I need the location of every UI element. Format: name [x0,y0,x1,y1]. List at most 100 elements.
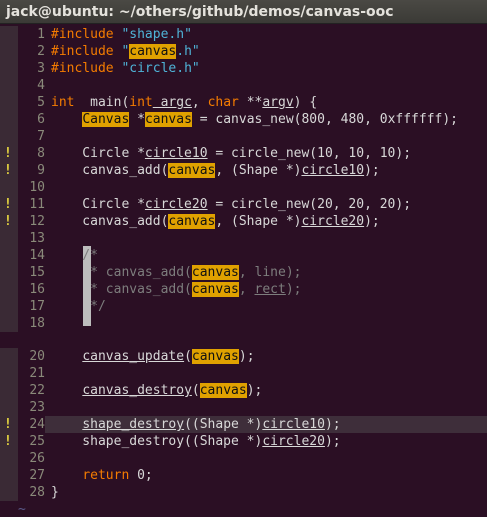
code-line[interactable]: ! 8 Circle *circle10 = circle_new(10, 10,… [0,145,487,162]
code-token: */ [51,299,106,314]
code-token: canvas_add( [51,214,169,229]
code-token: = circle_new(20, 20, 20); [207,197,412,212]
line-number: 23 [18,399,45,416]
code-token: shape_destroy [82,417,185,432]
code-line[interactable]: ! 25 shape_destroy((Shape *)circle20); [0,433,487,450]
code-text: #include "shape.h" [51,26,192,43]
code-token: canvas [82,349,130,364]
search-match: canvas [191,349,239,364]
code-token: canvas_add( [51,163,169,178]
search-match: canvas [168,163,216,178]
code-line[interactable]: 14 /* [0,247,487,264]
line-number: 22 [18,382,45,399]
end-of-buffer-marker: ~ [18,502,26,517]
code-line[interactable]: 2 #include "canvas.h" [0,43,487,60]
code-text: shape_destroy((Shape *)circle10); [51,416,340,433]
code-line[interactable]: 27 return 0; [0,467,487,484]
code-line[interactable]: 21 [0,365,487,382]
code-token: ); [246,383,263,398]
code-token: ); [364,163,380,178]
line-number: 6 [18,111,45,128]
code-text: Canvas *canvas = canvas_new(800, 480, 0x… [51,111,458,128]
sign-column [0,264,18,281]
code-token: circle10 [262,417,325,432]
code-token: = circle_new(10, 10, 10); [207,146,412,161]
line-number: 3 [18,60,45,77]
warning-sign-icon: ! [4,146,12,161]
code-line[interactable]: ! 9 canvas_add(canvas, (Shape *)circle10)… [0,162,487,179]
code-line[interactable]: 5 int main(int argc, char **argv) { [0,94,487,111]
code-token: /* [51,248,98,263]
code-token: _update [129,349,185,364]
code-token: ** [238,95,263,110]
line-number: 10 [18,179,45,196]
code-line[interactable]: ! 12 canvas_add(canvas, (Shape *)circle20… [0,213,487,230]
line-number: 12 [18,213,45,230]
line-number: 27 [18,467,45,484]
code-token: canvas [82,383,130,398]
code-line[interactable]: ! 24 shape_destroy((Shape *)circle10); [0,416,487,433]
sign-column [0,247,18,264]
code-line[interactable]: 7 [0,128,487,145]
code-line[interactable]: 3 #include "circle.h" [0,60,487,77]
code-text: canvas_update(canvas); [51,348,255,365]
code-token: ( [191,383,200,398]
line-number: 8 [18,145,45,162]
code-line[interactable]: 23 [0,399,487,416]
code-line[interactable]: 6 Canvas *canvas = canvas_new(800, 480, … [0,111,487,128]
search-match: canvas [144,112,192,127]
sign-column [0,399,18,416]
code-line[interactable]: 1 #include "shape.h" [0,26,487,43]
warning-sign-icon: ! [4,434,12,449]
code-token: main( [74,95,130,110]
code-line[interactable]: 22 canvas_destroy(canvas); [0,382,487,399]
line-number: 26 [18,450,45,467]
code-token: "circle.h" [121,61,200,76]
code-text: canvas_add(canvas, (Shape *)circle20); [51,213,380,230]
code-token: Circle * [51,146,145,161]
line-number: 11 [18,196,45,213]
code-line[interactable]: 4 [0,77,487,94]
code-line[interactable]: 16 * canvas_add(canvas, rect); [0,281,487,298]
code-token: int [129,95,153,110]
code-token: * [129,112,145,127]
search-match: canvas [168,214,216,229]
line-number: 1 [18,26,45,43]
code-token: 0; [129,468,153,483]
code-token: , (Shape *) [215,163,302,178]
code-line[interactable]: ! 11 Circle *circle20 = circle_new(20, 20… [0,196,487,213]
code-line[interactable]: 28} [0,484,487,501]
code-token: ); [324,434,341,449]
code-line[interactable]: 18 [0,315,487,332]
code-token: #include [51,61,122,76]
code-token: ((Shape *) [184,417,263,432]
code-token: * canvas_add( [51,265,192,280]
code-text: * canvas_add(canvas, rect); [51,281,301,298]
warning-sign-icon: ! [4,214,12,229]
code-line[interactable]: 17 */ [0,298,487,315]
code-token: rect [254,282,286,297]
search-match: canvas [191,282,239,297]
sign-column [0,382,18,399]
code-text: Circle *circle20 = circle_new(20, 20, 20… [51,196,411,213]
code-token: argc [152,95,192,110]
code-line[interactable]: 26 [0,450,487,467]
code-text: * canvas_add(canvas, line); [51,264,301,281]
code-token: circle10 [301,163,365,178]
code-token: circle20 [301,214,365,229]
line-number: 4 [18,77,45,94]
code-text: canvas_add(canvas, (Shape *)circle10); [51,162,380,179]
code-line[interactable]: 15 * canvas_add(canvas, line); [0,264,487,281]
code-line[interactable]: 10 [0,179,487,196]
line-number: 5 [18,94,45,111]
code-editor[interactable]: 1 #include "shape.h" 2 #include "canvas.h" 3… [0,24,487,517]
search-match: canvas [191,265,239,280]
code-line[interactable]: 20 canvas_update(canvas); [0,348,487,365]
sign-column [0,348,18,365]
line-number: 17 [18,298,45,315]
window-title: jack@ubuntu: ~/others/github/demos/canva… [0,0,487,24]
sign-column [0,365,18,382]
code-line[interactable]: 13 [0,230,487,247]
